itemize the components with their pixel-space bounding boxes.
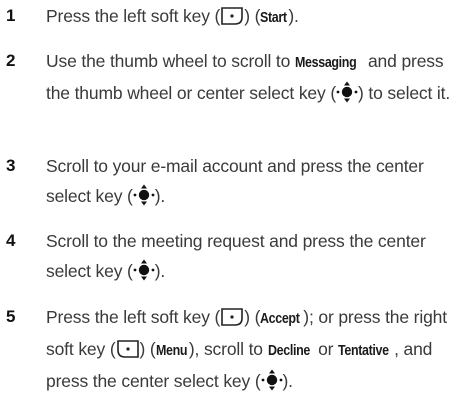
step-text-run: or (313, 339, 339, 359)
center-select-key-icon (336, 81, 358, 103)
step-text-run: Use the thumb wheel to scroll to (46, 51, 295, 71)
menu-label: Messaging (294, 55, 357, 71)
menu-label: Accept (260, 311, 300, 327)
step-text-run: ). (154, 261, 166, 281)
step-number: 1 (6, 6, 16, 25)
step-text: Scroll to your e-mail account and press … (46, 151, 460, 211)
step-number: 2 (6, 51, 16, 70)
step-text-run: ). (282, 371, 294, 391)
step-text-run: ). (288, 6, 299, 26)
left-soft-key-icon (220, 6, 244, 26)
menu-label: Menu (155, 343, 188, 359)
step-text-run: ) ( (244, 307, 261, 327)
step-text: Press the left soft key () (Accept); or … (46, 302, 460, 396)
step-text-run: ) ( (244, 6, 261, 26)
right-soft-key-icon (116, 339, 140, 359)
center-select-key-icon (133, 259, 155, 281)
menu-label: Tentative (338, 343, 389, 359)
center-select-key-icon (261, 369, 283, 391)
step-text-run: Press the left soft key ( (46, 6, 221, 26)
step-text-run: Press the left soft key ( (46, 307, 221, 327)
left-soft-key-icon (220, 307, 244, 327)
step-text-run: ) ( (139, 339, 156, 359)
step-text-run: ). (154, 186, 166, 206)
step-text-run: ) to select it. (358, 83, 451, 103)
step-number: 3 (6, 156, 16, 175)
menu-label: Start (260, 10, 288, 26)
step-text-run: Scroll to your e-mail account and press … (46, 156, 424, 206)
step-number: 5 (6, 307, 16, 326)
center-select-key-icon (133, 184, 155, 206)
step-text-run: Scroll to the meeting request and press … (46, 231, 426, 281)
step-text-run: ), scroll to (188, 339, 268, 359)
step-text: Use the thumb wheel to scroll to Messagi… (46, 46, 460, 108)
step-text: Press the left soft key ( ) (Start). (46, 1, 460, 33)
step-text: Scroll to the meeting request and press … (46, 226, 460, 286)
menu-label: Decline (267, 343, 310, 359)
step-number: 4 (6, 231, 16, 250)
